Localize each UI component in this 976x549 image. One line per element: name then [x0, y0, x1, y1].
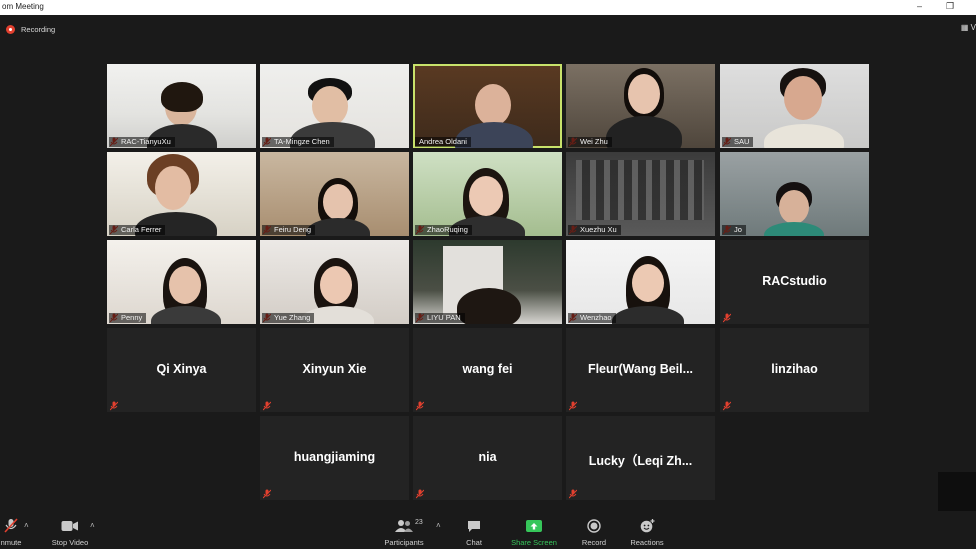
participant-name: RAC-TianyuXu — [109, 137, 175, 147]
record-button[interactable]: Record — [578, 511, 610, 549]
muted-mic-icon — [416, 401, 424, 411]
video-camera-icon — [61, 516, 79, 536]
video-options-caret[interactable]: ˄ — [90, 521, 95, 530]
video-tile[interactable]: ZhaoRuqing — [413, 152, 562, 236]
name-tile[interactable]: RACstudio — [720, 240, 869, 324]
participant-name: Andrea Oldani — [415, 137, 471, 147]
participants-label: Participants — [384, 538, 424, 547]
participant-name: TA-Mingze Chen — [262, 137, 334, 147]
name-tile[interactable]: nia — [413, 416, 562, 500]
video-tile[interactable]: Wei Zhu — [566, 64, 715, 148]
recording-indicator[interactable]: Recording — [6, 23, 55, 35]
stop-video-button[interactable]: Stop Video — [44, 511, 96, 549]
participant-name: ZhaoRuqing — [415, 225, 472, 235]
share-screen-button[interactable]: Share Screen — [507, 511, 561, 549]
name-tile[interactable]: Xinyun Xie — [260, 328, 409, 412]
participant-display-name: wang fei — [462, 362, 513, 376]
muted-mic-icon — [263, 401, 271, 411]
participant-display-name: Lucky（Leqi Zh... — [588, 454, 693, 468]
muted-mic-icon — [263, 489, 271, 499]
participants-icon — [395, 516, 413, 536]
restore-icon[interactable]: ❐ — [946, 1, 954, 12]
smiley-plus-icon — [640, 516, 655, 536]
name-tile[interactable]: Lucky（Leqi Zh... — [566, 416, 715, 500]
video-tile[interactable]: Xuezhu Xu — [566, 152, 715, 236]
participant-name: Xuezhu Xu — [568, 225, 621, 235]
video-tile[interactable]: Penny — [107, 240, 256, 324]
chat-bubble-icon — [467, 516, 481, 536]
recording-label: Recording — [21, 24, 56, 34]
participant-name: SAU — [722, 137, 754, 147]
meeting-toolbar: nmute ˄ Stop Video ˄ Participants 23 ˄ C… — [0, 511, 976, 549]
recording-icon — [6, 24, 15, 34]
name-tile[interactable]: huangjiaming — [260, 416, 409, 500]
view-label: V — [970, 23, 976, 32]
participant-name: Jo — [722, 225, 746, 235]
zoom-meeting-window: om Meeting – ❐ Recording ▦ V RAC-TianyuX… — [0, 0, 976, 549]
muted-mic-icon — [569, 401, 577, 411]
muted-mic-icon — [569, 489, 577, 499]
participant-name: LIYU PAN — [415, 313, 465, 323]
video-tile[interactable]: Jo — [720, 152, 869, 236]
participant-name: Feiru Deng — [262, 225, 316, 235]
audio-options-caret[interactable]: ˄ — [24, 521, 29, 530]
participant-name: Wei Zhu — [568, 137, 612, 147]
name-tile[interactable]: Fleur(Wang Beil... — [566, 328, 715, 412]
participants-button[interactable]: Participants — [380, 511, 428, 549]
participants-count: 23 — [415, 519, 423, 526]
participant-name: Yue Zhang — [262, 313, 315, 323]
name-tile[interactable]: wang fei — [413, 328, 562, 412]
muted-microphone-icon — [4, 516, 18, 536]
chat-button[interactable]: Chat — [460, 511, 488, 549]
view-button[interactable]: ▦ V — [961, 23, 976, 32]
muted-mic-icon — [723, 313, 731, 323]
participant-display-name: linzihao — [771, 362, 818, 376]
reactions-button[interactable]: Reactions — [627, 511, 667, 549]
video-tile[interactable]: Carla Ferrer — [107, 152, 256, 236]
participant-name: Penny — [109, 313, 147, 323]
stop-video-label: Stop Video — [51, 538, 89, 547]
participant-display-name: huangjiaming — [293, 450, 376, 464]
muted-mic-icon — [110, 401, 118, 411]
record-label: Record — [581, 538, 607, 547]
participant-display-name: nia — [478, 450, 497, 464]
muted-mic-icon — [416, 489, 424, 499]
video-tile-active-speaker[interactable]: Andrea Oldani — [413, 64, 562, 148]
participants-options-caret[interactable]: ˄ — [436, 521, 441, 530]
name-tile[interactable]: Qi Xinya — [107, 328, 256, 412]
chat-label: Chat — [466, 538, 482, 547]
share-screen-icon — [526, 516, 542, 536]
reactions-label: Reactions — [630, 538, 664, 547]
participant-display-name: RACstudio — [762, 274, 827, 288]
minimize-icon[interactable]: – — [917, 1, 922, 11]
grid-view-icon: ▦ — [960, 23, 969, 32]
window-title: om Meeting — [2, 2, 44, 11]
share-screen-label: Share Screen — [511, 538, 557, 547]
muted-mic-icon — [723, 401, 731, 411]
participant-name: Carla Ferrer — [109, 225, 166, 235]
name-tile[interactable]: linzihao — [720, 328, 869, 412]
video-tile[interactable]: TA-Mingze Chen — [260, 64, 409, 148]
participant-display-name: Xinyun Xie — [302, 362, 367, 376]
video-tile[interactable]: SAU — [720, 64, 869, 148]
participant-display-name: Fleur(Wang Beil... — [587, 362, 694, 376]
title-bar: om Meeting – ❐ — [0, 0, 976, 15]
unmute-button[interactable]: nmute — [0, 511, 26, 549]
record-icon — [587, 516, 601, 536]
video-tile[interactable]: Feiru Deng — [260, 152, 409, 236]
participant-display-name: Qi Xinya — [156, 362, 207, 376]
video-tile[interactable]: LIYU PAN — [413, 240, 562, 324]
video-tile[interactable]: RAC-TianyuXu — [107, 64, 256, 148]
video-tile[interactable]: Yue Zhang — [260, 240, 409, 324]
unmute-label: nmute — [0, 538, 22, 547]
video-tile[interactable]: Wenzhao — [566, 240, 715, 324]
participant-name: Wenzhao — [568, 313, 616, 323]
